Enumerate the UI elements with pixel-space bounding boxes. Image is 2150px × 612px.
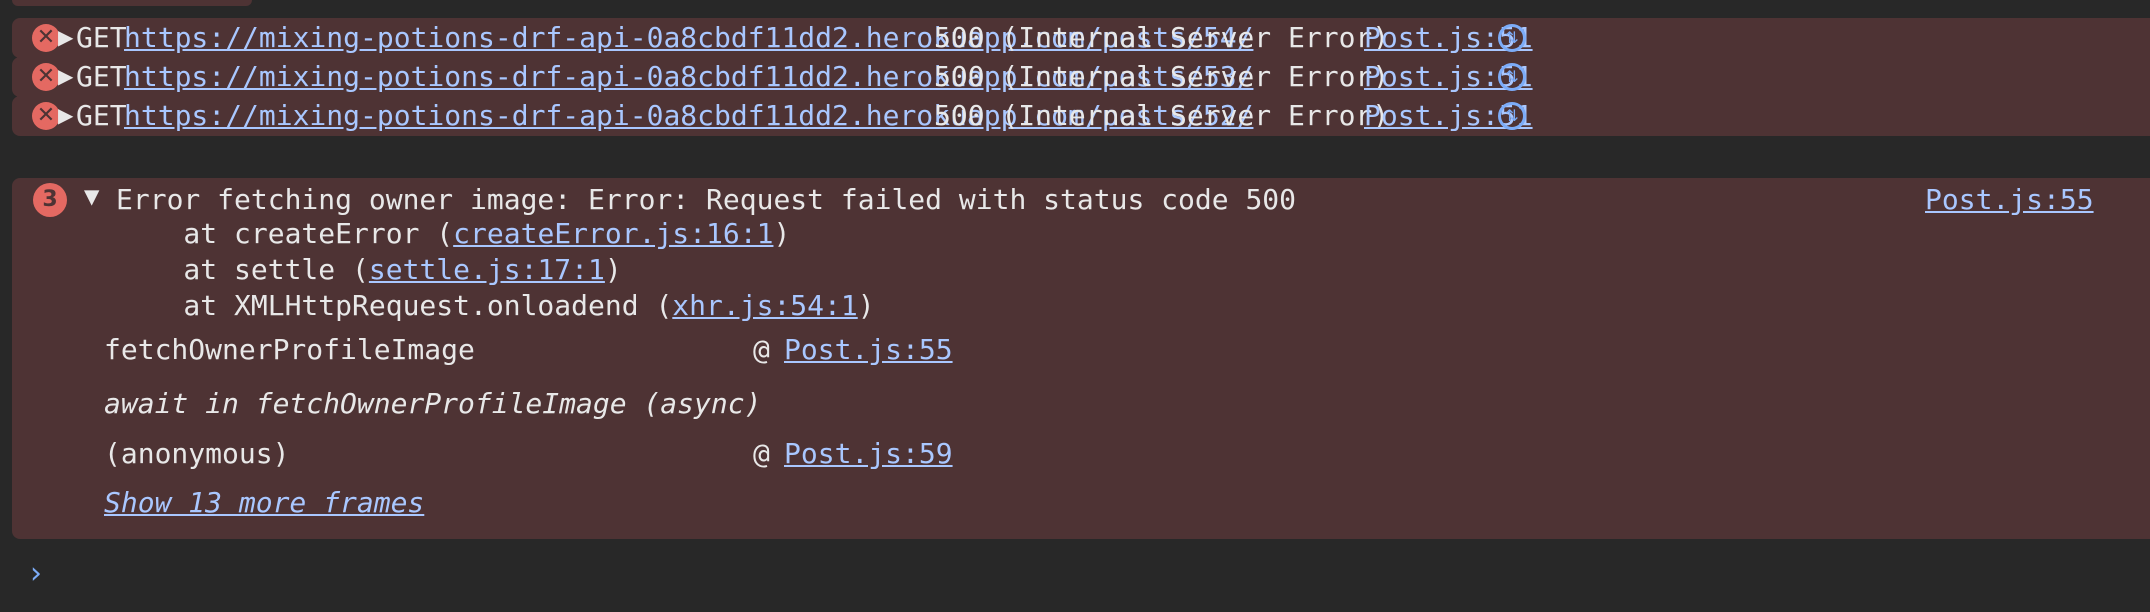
previous-row-stub — [12, 0, 252, 6]
response-status: 500 (Internal Server Error) — [934, 21, 1390, 54]
stack-source-link[interactable]: settle.js:17:1 — [369, 253, 605, 286]
network-panel-icon[interactable]: ⇅ — [1498, 102, 1526, 130]
frame-at-symbol: @ — [753, 333, 770, 366]
show-more-frames-link[interactable]: Show 13 more frames — [104, 483, 424, 523]
source-link[interactable]: Post.js:55 — [1925, 180, 2094, 220]
expand-triangle-icon[interactable]: ▶ — [58, 64, 73, 88]
stack-line: at XMLHttpRequest.onloadend (xhr.js:54:1… — [116, 289, 875, 322]
error-count-badge: 3 — [33, 183, 67, 217]
console-prompt-chevron-icon[interactable]: › — [30, 556, 42, 591]
network-error-row[interactable]: ✕ ▶ GET https://mixing-potions-drf-api-0… — [12, 96, 2150, 136]
request-method: GET — [76, 60, 127, 93]
frame-at-symbol: @ — [753, 437, 770, 470]
response-status: 500 (Internal Server Error) — [934, 60, 1390, 93]
frame-source-link[interactable]: Post.js:59 — [784, 434, 953, 474]
network-error-row[interactable]: ✕ ▶ GET https://mixing-potions-drf-api-0… — [12, 18, 2150, 58]
network-error-row[interactable]: ✕ ▶ GET https://mixing-potions-drf-api-0… — [12, 57, 2150, 97]
frame-function-name: (anonymous) — [104, 437, 290, 470]
response-status: 500 (Internal Server Error) — [934, 99, 1390, 132]
error-x-icon: ✕ — [32, 102, 60, 130]
network-panel-icon[interactable]: ⇅ — [1498, 63, 1526, 91]
frame-function-name: fetchOwnerProfileImage — [104, 333, 475, 366]
async-frame-label: await in fetchOwnerProfileImage (async) — [104, 387, 762, 420]
stack-line: at settle (settle.js:17:1) — [116, 253, 622, 286]
network-panel-icon[interactable]: ⇅ — [1498, 24, 1526, 52]
request-method: GET — [76, 21, 127, 54]
expand-triangle-icon[interactable]: ▶ — [58, 25, 73, 49]
collapse-triangle-icon[interactable]: ▶ — [82, 190, 106, 205]
stack-source-link[interactable]: createError.js:16:1 — [453, 217, 773, 250]
request-method: GET — [76, 99, 127, 132]
stack-line: at createError (createError.js:16:1) — [116, 217, 791, 250]
expand-triangle-icon[interactable]: ▶ — [58, 103, 73, 127]
grouped-error-entry[interactable]: 3 ▶ Error fetching owner image: Error: R… — [12, 178, 2150, 539]
frame-source-link[interactable]: Post.js:55 — [784, 330, 953, 370]
error-x-icon: ✕ — [32, 24, 60, 52]
stack-source-link[interactable]: xhr.js:54:1 — [672, 289, 857, 322]
error-x-icon: ✕ — [32, 63, 60, 91]
